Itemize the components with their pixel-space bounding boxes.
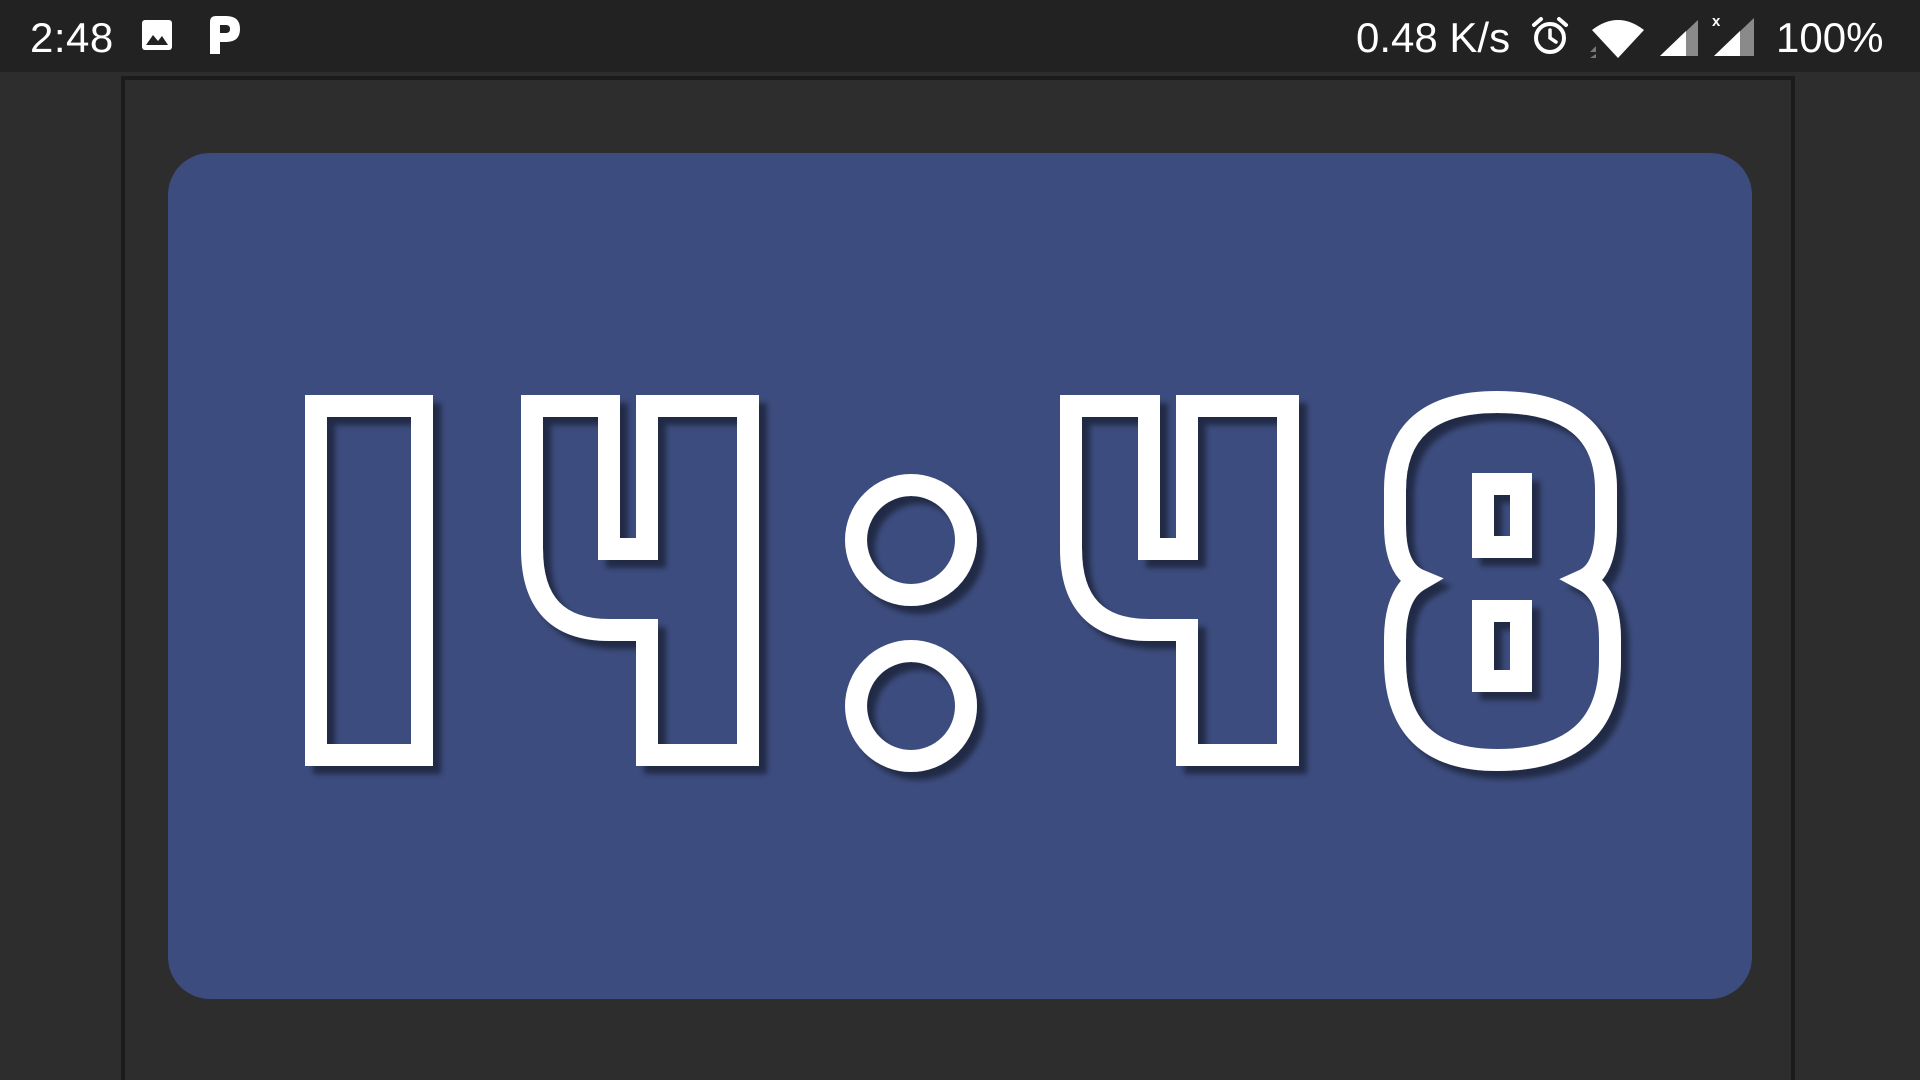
digit-8-top-hole (1472, 473, 1532, 558)
digit-4-hours (521, 395, 759, 766)
digit-4-minutes (1060, 395, 1299, 766)
colon-bottom-dot (845, 640, 977, 772)
digit-8-bottom-hole (1472, 600, 1532, 692)
colon-top-dot (845, 474, 977, 606)
digit-1 (305, 395, 433, 766)
clock-display (305, 390, 1621, 772)
digit-8 (1384, 390, 1621, 772)
